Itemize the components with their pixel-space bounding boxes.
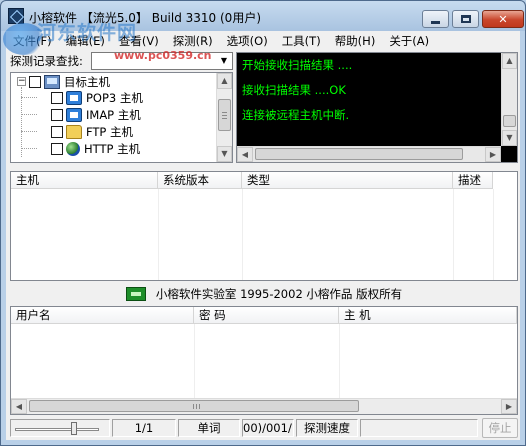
menu-help[interactable]: 帮助(H) — [328, 33, 383, 49]
grid-line — [453, 189, 454, 280]
scroll-right-icon[interactable]: ▶ — [485, 147, 501, 162]
close-button[interactable]: ✕ — [482, 10, 524, 28]
folder-icon — [66, 124, 82, 139]
column-password[interactable]: 密 码 — [194, 307, 339, 324]
column-description[interactable]: 描述 — [453, 172, 493, 189]
scroll-left-icon[interactable]: ◀ — [237, 147, 253, 162]
menu-file[interactable]: 文件(F) — [6, 33, 59, 49]
lab-logo-icon — [125, 287, 146, 301]
tree-checkbox[interactable] — [29, 75, 41, 88]
tree-line — [21, 148, 37, 149]
tree-checkbox[interactable] — [51, 108, 63, 121]
menu-about[interactable]: 关于(A) — [382, 33, 436, 49]
tree-checkbox[interactable] — [51, 125, 63, 138]
column-user-host[interactable]: 主 机 — [339, 307, 517, 324]
scroll-up-icon[interactable]: ▲ — [502, 53, 517, 69]
log-line: 连接被远程主机中断. — [242, 108, 350, 122]
close-icon: ✕ — [498, 12, 508, 26]
tree-checkbox[interactable] — [51, 91, 63, 104]
grid-line — [194, 324, 195, 398]
scroll-down-icon[interactable]: ▼ — [502, 130, 517, 146]
mode-indicator: 单词 — [178, 419, 240, 437]
scroll-thumb[interactable] — [255, 148, 463, 160]
tree-line — [21, 131, 37, 132]
menu-edit[interactable]: 编辑(E) — [59, 33, 112, 49]
column-os-version[interactable]: 系统版本 — [158, 172, 242, 189]
menu-probe[interactable]: 探测(R) — [166, 33, 220, 49]
host-list[interactable]: 主机 系统版本 类型 描述 — [10, 171, 518, 281]
tree-item-pop3[interactable]: POP3 主机 — [51, 89, 143, 106]
grid-line — [339, 324, 340, 398]
minimize-icon — [431, 20, 440, 24]
grid-line — [158, 189, 159, 280]
collapse-icon[interactable]: − — [17, 77, 26, 86]
tree-item-label: FTP 主机 — [86, 124, 134, 139]
app-window: 小榕软件 【流光5.0】 Build 3310 (0用户) ✕ 文件(F) 编辑… — [0, 0, 526, 446]
tree-checkbox[interactable] — [51, 142, 63, 155]
log-line: 开始接收扫描结果 .... — [242, 58, 353, 72]
grid-line — [242, 189, 243, 280]
scroll-right-icon[interactable]: ▶ — [501, 399, 517, 414]
menu-options[interactable]: 选项(O) — [220, 33, 275, 49]
client-area: 探测记录查找: ▼ − 目标主机 POP3 主机 IMAP 主机 FTP 主机 … — [6, 50, 520, 440]
maximize-button[interactable] — [452, 10, 479, 28]
tree-item-label: IMAP 主机 — [86, 107, 141, 122]
scroll-left-icon[interactable]: ◀ — [11, 399, 27, 414]
grid-line — [493, 189, 494, 280]
tree-scrollbar[interactable]: ▲ ▼ — [216, 73, 232, 162]
tree-line — [21, 97, 37, 98]
column-type[interactable]: 类型 — [242, 172, 453, 189]
log-vscrollbar[interactable]: ▲ ▼ — [501, 53, 517, 146]
progress-counter: 00)/001/10 — [242, 419, 294, 437]
menu-view[interactable]: 查看(V) — [112, 33, 166, 49]
maximize-icon — [460, 15, 471, 23]
title-bar[interactable]: 小榕软件 【流光5.0】 Build 3310 (0用户) ✕ — [1, 1, 525, 31]
status-blank-panel — [360, 419, 478, 437]
tree-item-root[interactable]: − 目标主机 — [17, 73, 110, 90]
speed-label: 探测速度 — [296, 419, 358, 437]
scan-log: 开始接收扫描结果 .... 接收扫描结果 ....OK 连接被远程主机中断. ▲… — [236, 52, 518, 163]
scroll-down-icon[interactable]: ▼ — [217, 146, 232, 162]
copyright-text: 小榕软件实验室 1995-2002 小榕作品 版权所有 — [155, 287, 403, 301]
mail-icon — [66, 90, 82, 105]
menu-tools[interactable]: 工具(T) — [275, 33, 328, 49]
scroll-thumb[interactable] — [503, 115, 516, 127]
tree-line — [21, 114, 37, 115]
speed-slider-panel — [10, 419, 110, 437]
page-indicator: 1/1 — [112, 419, 176, 437]
window-title: 小榕软件 【流光5.0】 Build 3310 (0用户) — [29, 11, 262, 25]
chevron-down-icon[interactable]: ▼ — [216, 53, 232, 69]
column-host[interactable]: 主机 — [11, 172, 158, 189]
speed-slider-track[interactable] — [15, 428, 99, 431]
scroll-thumb[interactable] — [29, 400, 359, 412]
copyright-banner: 小榕软件实验室 1995-2002 小榕作品 版权所有 — [10, 283, 518, 305]
stop-button[interactable]: 停止 — [482, 418, 518, 438]
status-bar: 1/1 单词 00)/001/10 探测速度 停止 — [10, 418, 518, 438]
app-icon[interactable] — [8, 8, 24, 24]
mail-icon — [66, 107, 82, 122]
minimize-button[interactable] — [422, 10, 449, 28]
scroll-thumb[interactable] — [218, 99, 231, 131]
search-label: 探测记录查找: — [10, 54, 83, 68]
user-list-hscrollbar[interactable]: ◀ ▶ — [11, 398, 517, 414]
tree-item-label: POP3 主机 — [86, 90, 143, 105]
tree-item-imap[interactable]: IMAP 主机 — [51, 106, 141, 123]
globe-icon — [66, 141, 80, 156]
computer-icon — [44, 74, 60, 89]
menu-bar: 文件(F) 编辑(E) 查看(V) 探测(R) 选项(O) 工具(T) 帮助(H… — [6, 31, 520, 50]
search-combo[interactable]: ▼ — [91, 52, 233, 70]
log-line: 接收扫描结果 ....OK — [242, 83, 346, 97]
tree-item-ftp[interactable]: FTP 主机 — [51, 123, 133, 140]
speed-slider-thumb[interactable] — [71, 422, 77, 435]
tree-item-http[interactable]: HTTP 主机 — [51, 140, 140, 157]
user-list-header: 用户名 密 码 主 机 — [11, 307, 517, 324]
user-list[interactable]: 用户名 密 码 主 机 ◀ ▶ — [10, 306, 518, 415]
target-tree[interactable]: − 目标主机 POP3 主机 IMAP 主机 FTP 主机 HTTP 主机 ▲ … — [10, 72, 233, 163]
scroll-up-icon[interactable]: ▲ — [217, 73, 232, 89]
tree-item-label: 目标主机 — [64, 74, 110, 89]
host-list-header: 主机 系统版本 类型 描述 — [11, 172, 493, 189]
column-username[interactable]: 用户名 — [11, 307, 194, 324]
tree-item-label: HTTP 主机 — [84, 141, 141, 156]
log-hscrollbar[interactable]: ◀ ▶ — [237, 146, 501, 162]
